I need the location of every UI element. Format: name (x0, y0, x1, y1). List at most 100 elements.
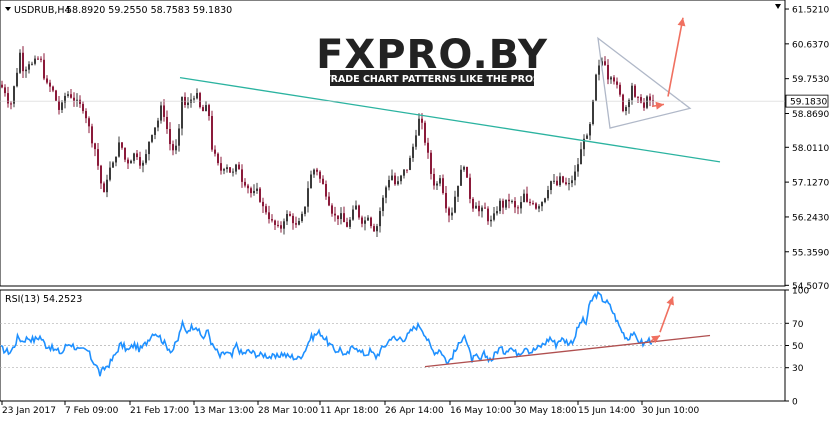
candle-body (49, 82, 51, 87)
candle-body (31, 63, 33, 65)
last-price-label: 59.1830 (790, 98, 827, 108)
candle-body (121, 142, 123, 148)
candle-body (346, 222, 348, 227)
candle-body (19, 52, 21, 73)
candle-body (442, 178, 444, 193)
candle-body (409, 157, 411, 170)
candle-body (223, 169, 225, 171)
candle-body (193, 98, 195, 100)
candle-body (481, 207, 483, 212)
candle-body (445, 192, 447, 209)
candle-body (271, 219, 273, 221)
candle-body (295, 223, 297, 225)
candle-body (439, 178, 441, 184)
candle-body (415, 135, 417, 147)
candle-body (472, 198, 474, 209)
candle-body (334, 213, 336, 216)
candle-body (400, 175, 402, 182)
candle-body (322, 178, 324, 185)
candle-body (574, 171, 576, 181)
candle-body (46, 78, 48, 83)
candle-body (556, 180, 558, 186)
candle-body (304, 206, 306, 214)
candle-body (277, 224, 279, 226)
candle-body (358, 205, 360, 218)
candle-body (388, 179, 390, 188)
chart-window: FXPRO.BY TRADE CHART PATTERNS LIKE THE P… (0, 0, 830, 420)
candle-body (619, 84, 621, 95)
candle-body (58, 100, 60, 110)
candle-body (274, 220, 276, 225)
candle-body (166, 116, 168, 130)
candle-body (4, 87, 6, 94)
candle-body (187, 102, 189, 105)
candle-body (337, 215, 339, 220)
candle-body (496, 211, 498, 214)
candle-body (430, 152, 432, 174)
candle-body (10, 103, 12, 105)
candle-body (238, 164, 240, 170)
price-tick-label: 58.0110 (792, 144, 829, 154)
candle-body (412, 146, 414, 158)
logo-tagline: TRADE CHART PATTERNS LIKE THE PROS (324, 74, 540, 85)
time-tick-label: 7 Feb 09:00 (65, 406, 119, 416)
price-tick-label: 60.6370 (792, 40, 829, 50)
rsi-tick-label: 70 (792, 320, 804, 330)
rsi-tick-label: 0 (792, 398, 798, 408)
candle-body (142, 162, 144, 166)
candle-body (451, 212, 453, 216)
candle-body (478, 205, 480, 212)
time-tick-label: 30 May 18:00 (515, 406, 577, 416)
candle-body (220, 163, 222, 171)
candle-body (283, 221, 285, 229)
candle-body (421, 118, 423, 123)
candle-body (448, 208, 450, 216)
candle-body (175, 145, 177, 151)
price-tick-label: 56.2430 (792, 213, 829, 223)
candle-body (622, 94, 624, 112)
candle-body (586, 135, 588, 139)
candle-body (82, 103, 84, 112)
candle (229, 167, 231, 173)
candle-body (553, 180, 555, 182)
candle (595, 73, 597, 102)
candle-body (319, 171, 321, 179)
candle (592, 99, 594, 126)
chart-svg[interactable]: FXPRO.BY TRADE CHART PATTERNS LIKE THE P… (0, 0, 830, 420)
candle-body (565, 182, 567, 185)
candle-body (91, 126, 93, 144)
candle-body (499, 200, 501, 212)
candle-body (217, 153, 219, 164)
candle-body (547, 189, 549, 199)
candle-body (97, 149, 99, 166)
candle-body (112, 162, 114, 168)
candle-body (352, 209, 354, 220)
candle-body (607, 64, 609, 80)
candle (634, 84, 636, 98)
candle-body (109, 167, 111, 180)
candle-body (148, 141, 150, 155)
candle-body (172, 144, 174, 151)
candle-body (511, 201, 513, 203)
candle-body (139, 157, 141, 166)
candle-body (106, 179, 108, 193)
price-tick-label: 55.3590 (792, 248, 829, 258)
rsi-label: RSI(13) 54.2523 (5, 294, 82, 305)
candle-body (397, 181, 399, 185)
candle-body (118, 142, 120, 157)
candle-body (301, 213, 303, 221)
candle-body (376, 226, 378, 232)
candle-body (208, 105, 210, 117)
candle-body (25, 69, 27, 72)
candle-body (568, 183, 570, 185)
candle-body (538, 206, 540, 209)
time-tick-label: 15 Jun 14:00 (578, 406, 635, 416)
candle-body (514, 201, 516, 208)
candle-body (157, 120, 159, 128)
candle-body (52, 86, 54, 91)
candle-body (529, 201, 531, 204)
time-tick-label: 30 Jun 10:00 (642, 406, 699, 416)
candle-body (418, 118, 420, 136)
candle-body (64, 95, 66, 103)
time-tick-label: 28 Mar 10:00 (258, 406, 318, 416)
